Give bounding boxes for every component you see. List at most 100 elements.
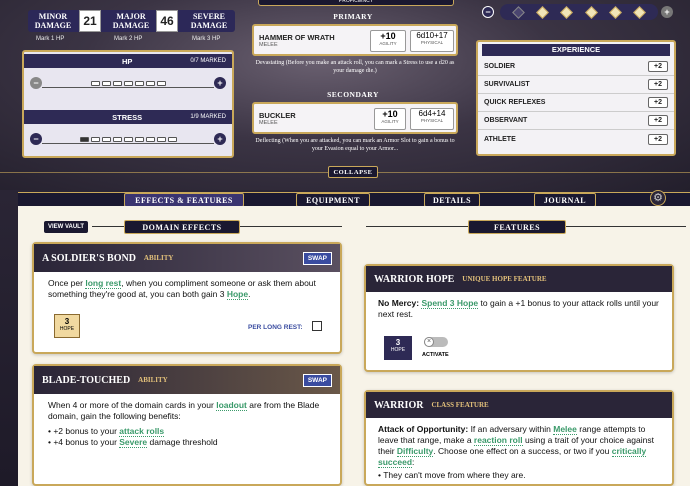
keyword-link[interactable]: loadout — [216, 400, 247, 411]
experience-row[interactable]: ATHLETE +2 — [478, 130, 674, 148]
secondary-attack-bonus: +10 AGILITY — [374, 108, 406, 130]
hope-cost-badge: 3 HOPE — [384, 336, 412, 360]
feature-card-warrior-hope: WARRIOR HOPE UNIQUE HOPE FEATURE No Merc… — [364, 264, 674, 372]
experience-row[interactable]: SOLDIER +2 — [478, 58, 674, 76]
hope-pip-filled[interactable] — [560, 5, 574, 19]
secondary-heading: SECONDARY — [327, 90, 379, 99]
keyword-link[interactable]: long rest — [85, 278, 122, 289]
secondary-damage-roll: 6d4+14 PHYSICAL — [410, 108, 454, 130]
keyword-link[interactable]: attack rolls — [119, 426, 165, 437]
hp-pip[interactable] — [145, 80, 155, 86]
bullet-item: • +4 bonus to your Severe damage thresho… — [48, 437, 218, 448]
settings-gear-icon[interactable]: ⚙ — [650, 190, 666, 206]
stress-pip[interactable] — [123, 136, 133, 142]
activate-label: ACTIVATE — [422, 352, 449, 358]
stress-pip[interactable] — [134, 136, 144, 142]
hope-cost-badge: 3 HOPE — [54, 314, 80, 338]
hp-minus-button[interactable]: − — [30, 77, 42, 89]
domain-effects-heading: DOMAIN EFFECTS — [124, 220, 240, 234]
severe-mark: Mark 3 HP — [192, 36, 221, 42]
stress-pip[interactable] — [90, 136, 100, 142]
card-text: Attack of Opportunity: If an adversary w… — [378, 424, 654, 468]
activate-toggle[interactable]: × — [424, 337, 448, 347]
primary-weapon-card[interactable]: HAMMER OF WRATH MELEE +10 AGILITY 6d10+1… — [252, 24, 458, 56]
collapse-button[interactable]: COLLAPSE — [328, 166, 378, 178]
severe-damage-label: SEVERE DAMAGE — [190, 12, 228, 30]
card-header: WARRIOR HOPE UNIQUE HOPE FEATURE — [366, 266, 672, 292]
bullet-item: • They can't move from where they are. — [378, 470, 526, 480]
swap-button[interactable]: SWAP — [302, 251, 332, 265]
stress-pip[interactable] — [156, 136, 166, 142]
hp-stress-panel: HP 0/7 MARKED − + STRESS 1/9 MARKED − + — [22, 50, 234, 158]
stress-plus-button[interactable]: + — [214, 133, 226, 145]
hp-pips — [42, 80, 214, 88]
primary-heading: PRIMARY — [333, 12, 373, 21]
secondary-weapon-desc: Deflecting (When you are attacked, you c… — [255, 138, 455, 152]
hope-pip-filled[interactable] — [633, 5, 647, 19]
card-text: When 4 or more of the domain cards in yo… — [48, 400, 320, 421]
hp-label: HP — [121, 56, 133, 66]
hp-pip[interactable] — [112, 80, 122, 86]
hope-track: − + — [478, 4, 678, 20]
stress-pip[interactable] — [145, 136, 155, 142]
experience-panel: EXPERIENCE SOLDIER +2 SURVIVALIST +2 QUICK… — [476, 40, 676, 156]
major-damage-label: MAJOR DAMAGE — [112, 12, 150, 30]
hp-pip[interactable] — [101, 80, 111, 86]
damage-thresholds: MINOR DAMAGE 21 MAJOR DAMAGE 46 SEVERE DAMA… — [28, 10, 235, 32]
experience-row[interactable]: SURVIVALIST +2 — [478, 76, 674, 94]
tab-journal[interactable]: JOURNAL — [534, 193, 596, 207]
major-mark: Mark 2 HP — [114, 36, 143, 42]
experience-heading: EXPERIENCE — [482, 44, 670, 56]
tab-effects-features[interactable]: EFFECTS & FEATURES — [124, 193, 244, 207]
hp-pip[interactable] — [123, 80, 133, 86]
stress-header: STRESS 1/9 MARKED — [24, 110, 232, 124]
stress-pip-marked[interactable] — [79, 136, 89, 142]
hope-pip-filled[interactable] — [584, 5, 598, 19]
card-type: UNIQUE HOPE FEATURE — [462, 275, 547, 283]
primary-weapon-name: HAMMER OF WRATH — [259, 33, 335, 42]
keyword-link[interactable]: Hope — [226, 289, 249, 300]
domain-card-blade-touched[interactable]: BLADE-TOUCHED ABILITY SWAP When 4 or mor… — [32, 364, 342, 486]
stress-label: STRESS — [112, 112, 143, 122]
hope-pip[interactable] — [511, 5, 525, 19]
stress-minus-button[interactable]: − — [30, 133, 42, 145]
keyword-link[interactable]: Difficulty — [396, 446, 434, 457]
hope-pip-filled[interactable] — [536, 5, 549, 19]
keyword-link[interactable]: reaction roll — [473, 435, 523, 446]
stress-pip[interactable] — [101, 136, 111, 142]
minor-damage-label: MINOR DAMAGE — [34, 12, 72, 30]
card-header: WARRIOR CLASS FEATURE — [366, 392, 672, 418]
keyword-link[interactable]: Melee — [553, 424, 577, 435]
tab-equipment[interactable]: EQUIPMENT — [296, 193, 370, 207]
hp-pip[interactable] — [134, 80, 144, 86]
bullet-item: • +2 bonus to your attack rolls — [48, 426, 165, 437]
hope-pip-filled[interactable] — [609, 5, 622, 19]
hope-minus-button[interactable]: − — [482, 6, 494, 18]
hp-pip[interactable] — [90, 80, 100, 86]
tab-details[interactable]: DETAILS — [424, 193, 480, 207]
features-heading: FEATURES — [468, 220, 566, 234]
domain-card-soldiers-bond[interactable]: A SOLDIER'S BOND ABILITY SWAP Once per l… — [32, 242, 342, 354]
hp-track: − + — [24, 76, 232, 90]
card-title: WARRIOR — [374, 399, 424, 411]
per-rest-checkbox[interactable] — [312, 321, 322, 331]
hp-plus-button[interactable]: + — [214, 77, 226, 89]
keyword-link[interactable]: Spend 3 Hope — [421, 298, 479, 309]
keyword-link[interactable]: Severe — [119, 437, 148, 448]
hp-pip[interactable] — [156, 80, 166, 86]
view-vault-button[interactable]: VIEW VAULT — [44, 221, 88, 233]
experience-row[interactable]: QUICK REFLEXES +2 — [478, 94, 674, 112]
secondary-weapon-card[interactable]: BUCKLER MELEE +10 AGILITY 6d4+14 PHYSICA… — [252, 102, 458, 134]
card-header: BLADE-TOUCHED ABILITY SWAP — [34, 366, 340, 394]
card-title: WARRIOR HOPE — [374, 273, 455, 285]
primary-weapon-range: MELEE — [259, 42, 278, 48]
stress-pip[interactable] — [112, 136, 122, 142]
stress-track: − + — [24, 132, 232, 146]
swap-button[interactable]: SWAP — [302, 373, 332, 387]
proficiency-tab: PROFICIENCY — [258, 0, 454, 6]
experience-row[interactable]: OBSERVANT +2 — [478, 112, 674, 130]
hope-plus-button[interactable]: + — [661, 6, 673, 18]
stress-pip[interactable] — [167, 136, 177, 142]
primary-attack-bonus: +10 AGILITY — [370, 30, 406, 52]
card-text: No Mercy: Spend 3 Hope to gain a +1 bonu… — [378, 298, 659, 319]
